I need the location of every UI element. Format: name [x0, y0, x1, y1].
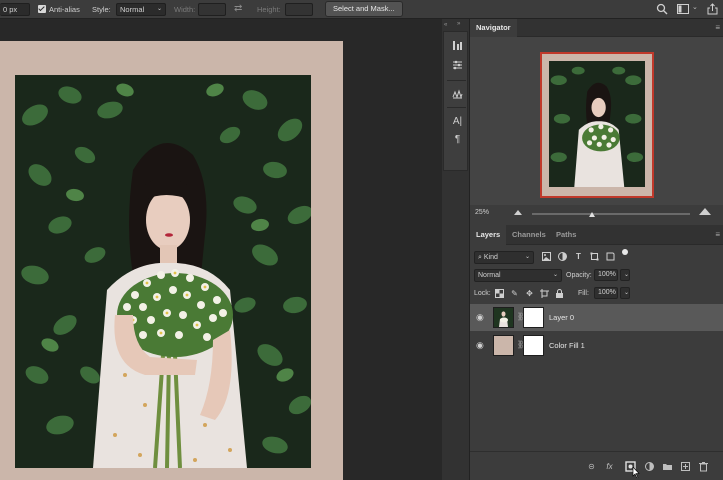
search-icon[interactable]: [656, 3, 668, 15]
adjustment-layer-icon[interactable]: [644, 461, 655, 472]
lock-label: Lock:: [474, 290, 491, 297]
divider: [447, 107, 466, 108]
zoom-in-icon[interactable]: [699, 208, 711, 215]
style-select[interactable]: Normal ⌄: [116, 3, 166, 16]
height-input[interactable]: [285, 3, 313, 16]
navigator-zoom-row: 25%: [470, 205, 723, 221]
filter-kind-select[interactable]: ⌕ Kind ⌄: [474, 251, 534, 264]
layer-row[interactable]: ◉ ⛓ Color Fill 1: [470, 332, 723, 359]
search-icon: ⌕: [478, 254, 482, 261]
tab-layers[interactable]: Layers: [470, 225, 507, 245]
smart-object-filter-icon[interactable]: [606, 252, 615, 261]
feather-input[interactable]: 0 px: [0, 3, 30, 16]
character-icon[interactable]: A|: [452, 116, 463, 127]
blend-mode-select[interactable]: Normal ⌄: [474, 269, 562, 282]
fx-icon[interactable]: fx: [604, 461, 615, 472]
chevron-down-icon: ⌄: [552, 272, 558, 278]
layer-thumbnail: [493, 307, 514, 328]
pixel-filter-icon[interactable]: [542, 252, 551, 261]
anti-alias-label: Anti-alias: [49, 5, 80, 14]
collapse-arrows-icon[interactable]: «: [444, 22, 447, 28]
eye-icon[interactable]: ◉: [476, 312, 486, 322]
chevron-down-icon: ⌄: [524, 254, 530, 260]
layer-row[interactable]: ◉ ⛓ Layer 0: [470, 304, 723, 331]
right-panels: » Navigator ≡ 25% Layers Channels Paths …: [457, 19, 723, 480]
color-fill-swatch[interactable]: [493, 335, 514, 356]
tab-navigator[interactable]: Navigator: [470, 19, 517, 37]
lock-all-icon[interactable]: [555, 289, 564, 298]
lock-position-icon[interactable]: ✥: [525, 289, 534, 298]
layer-name[interactable]: Color Fill 1: [549, 341, 585, 350]
zoom-slider[interactable]: [532, 213, 690, 215]
panel-icons-box: A| ¶: [443, 31, 468, 171]
filter-toggle[interactable]: [622, 249, 628, 255]
style-value: Normal: [120, 5, 145, 14]
options-bar: 0 px Anti-alias Style: Normal ⌄ Width: ⇄…: [0, 0, 723, 19]
select-and-mask-button[interactable]: Select and Mask...: [325, 1, 403, 17]
eye-icon[interactable]: ◉: [476, 340, 486, 350]
divider: [447, 80, 466, 81]
link-layers-icon[interactable]: ⊝: [586, 461, 597, 472]
filter-kind-value: Kind: [483, 254, 498, 261]
swap-arrows-icon[interactable]: ⇄: [234, 3, 242, 15]
layers-footer: ⊝ fx: [470, 451, 723, 480]
zoom-slider-knob[interactable]: [589, 212, 595, 217]
histogram-icon[interactable]: [452, 40, 463, 51]
blend-mode-value: Normal: [478, 272, 501, 279]
lock-artboard-icon[interactable]: [540, 289, 549, 298]
navigator-view-frame[interactable]: [540, 52, 654, 198]
navigator-preview[interactable]: [470, 37, 723, 205]
paragraph-icon[interactable]: ¶: [452, 134, 463, 145]
width-input[interactable]: [198, 3, 226, 16]
layer-name[interactable]: Layer 0: [549, 313, 574, 322]
photo-image: [15, 75, 311, 468]
panel-tool-strip: « A| ¶: [442, 19, 469, 480]
lock-brush-icon[interactable]: ✎: [510, 289, 519, 298]
layer-mask-thumbnail[interactable]: [523, 335, 544, 356]
fill-input[interactable]: 100%: [594, 287, 618, 299]
brushes-icon[interactable]: [452, 88, 463, 99]
panel-menu-icon[interactable]: ≡: [715, 23, 720, 32]
chevron-down-icon: ⌄: [156, 6, 162, 12]
tab-channels[interactable]: Channels: [506, 225, 552, 245]
panel-menu-icon[interactable]: ≡: [715, 230, 720, 239]
layers-panel: ⌕ Kind ⌄ T Normal ⌄ Opacity: 100% ⌄ Lock…: [470, 245, 723, 480]
tab-paths[interactable]: Paths: [550, 225, 582, 245]
layers-tabrow: Layers Channels Paths ≡: [470, 225, 723, 245]
zoom-out-icon[interactable]: [514, 210, 522, 215]
zoom-value[interactable]: 25%: [475, 209, 489, 216]
opacity-label: Opacity:: [566, 272, 592, 279]
share-icon[interactable]: [707, 3, 718, 15]
width-label: Width:: [174, 5, 196, 14]
document-canvas[interactable]: [0, 41, 343, 480]
height-label: Height:: [257, 5, 281, 14]
adjustment-filter-icon[interactable]: [558, 252, 567, 261]
anti-alias-checkbox[interactable]: [38, 5, 46, 13]
type-filter-icon[interactable]: T: [574, 252, 583, 261]
folder-icon[interactable]: [662, 461, 673, 472]
trash-icon[interactable]: [698, 461, 709, 472]
navigator-tabrow: Navigator ≡: [470, 19, 723, 37]
fill-label: Fill:: [578, 290, 589, 297]
workspace-icon[interactable]: [677, 4, 689, 14]
opacity-input[interactable]: 100%: [594, 269, 618, 281]
adjustments-icon[interactable]: [452, 59, 463, 70]
chevron-down-icon[interactable]: ⌄: [620, 287, 630, 299]
layer-mask-thumbnail[interactable]: [523, 307, 544, 328]
collapse-arrows-icon[interactable]: »: [457, 21, 460, 27]
style-label: Style:: [92, 5, 111, 14]
chevron-down-icon[interactable]: ⌄: [620, 269, 630, 281]
shape-filter-icon[interactable]: [590, 252, 599, 261]
new-layer-icon[interactable]: [680, 461, 691, 472]
chevron-down-icon[interactable]: ⌄: [692, 3, 698, 11]
lock-transparent-icon[interactable]: [495, 289, 504, 298]
mouse-cursor-icon: [632, 467, 640, 478]
